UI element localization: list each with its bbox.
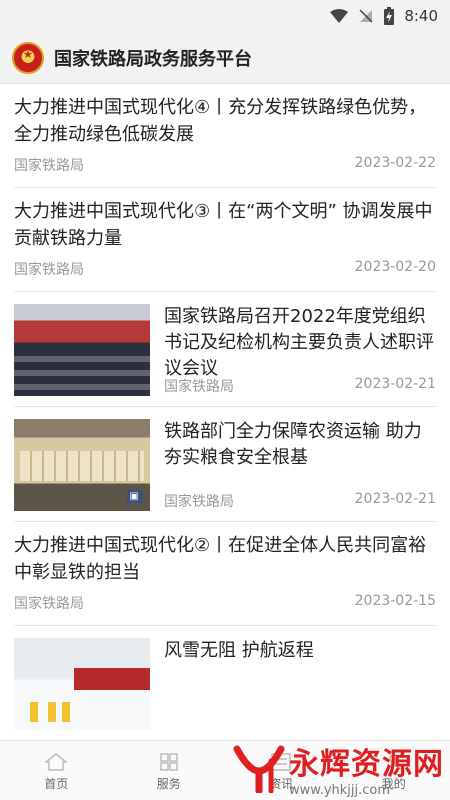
- watermark-logo-icon: [233, 745, 285, 793]
- no-signal-icon: [359, 9, 373, 23]
- news-source: 国家铁路局: [14, 158, 84, 174]
- news-meta: 国家铁路局 2023-02-21: [164, 491, 436, 511]
- news-item[interactable]: 国家铁路局召开2022年度党组织书记及纪检机构主要负责人述职评议会议 国家铁路局…: [14, 292, 436, 407]
- watermark-name: 永辉资源网: [289, 747, 444, 782]
- news-source: 国家铁路局: [14, 262, 84, 278]
- news-meta: 国家铁路局 2023-02-15: [14, 593, 436, 613]
- watermark-url: www.yhkjjj.com: [289, 783, 391, 798]
- news-meta: 国家铁路局 2023-02-21: [164, 376, 436, 396]
- news-title: 大力推进中国式现代化④丨充分发挥铁路绿色优势，全力推动绿色低碳发展: [14, 97, 427, 145]
- train-snow-thumbnail: [14, 638, 150, 730]
- status-time: 8:40: [404, 7, 438, 25]
- tab-label: 服务: [156, 777, 181, 791]
- tab-label: 首页: [44, 777, 69, 791]
- news-meta: 国家铁路局 2023-02-20: [14, 259, 436, 279]
- site-watermark: 永辉资源网 www.yhkjjj.com: [233, 739, 444, 798]
- news-title: 铁路部门全力保障农资运输 助力夯实粮食安全根基: [164, 421, 422, 468]
- battery-charging-icon: [384, 7, 395, 25]
- app-header: 国家铁路局政务服务平台: [0, 32, 450, 84]
- news-title: 风雪无阻 护航返程: [164, 640, 314, 661]
- news-item[interactable]: 大力推进中国式现代化②丨在促进全体人民共同富裕中彰显铁的担当 国家铁路局 202…: [14, 522, 436, 626]
- news-meta: 国家铁路局 2023-02-22: [14, 155, 436, 175]
- grid-icon: [160, 753, 178, 771]
- news-title: 国家铁路局召开2022年度党组织书记及纪检机构主要负责人述职评议会议: [164, 306, 434, 379]
- news-date: 2023-02-22: [354, 155, 436, 171]
- tv-logo-icon: ▣: [126, 490, 142, 503]
- news-item[interactable]: 大力推进中国式现代化③丨在“两个文明” 协调发展中贡献铁路力量 国家铁路局 20…: [14, 188, 436, 292]
- news-date: 2023-02-21: [354, 491, 436, 507]
- news-date: 2023-02-20: [354, 259, 436, 275]
- national-emblem-icon: [12, 41, 44, 74]
- status-bar: 8:40: [0, 0, 450, 32]
- news-item[interactable]: ▣ 铁路部门全力保障农资运输 助力夯实粮食安全根基 国家铁路局 2023-02-…: [14, 407, 436, 522]
- tab-services[interactable]: 服务: [134, 753, 204, 792]
- wifi-icon: [330, 9, 349, 23]
- news-feed[interactable]: 大力推进中国式现代化④丨充分发挥铁路绿色优势，全力推动绿色低碳发展 国家铁路局 …: [0, 84, 450, 740]
- home-icon: [45, 753, 68, 771]
- news-title: 大力推进中国式现代化②丨在促进全体人民共同富裕中彰显铁的担当: [14, 535, 427, 583]
- warehouse-thumbnail: ▣: [14, 419, 150, 511]
- news-source: 国家铁路局: [14, 596, 84, 612]
- meeting-thumbnail: [14, 304, 150, 396]
- news-source: 国家铁路局: [164, 379, 234, 395]
- tab-home[interactable]: 首页: [21, 753, 91, 792]
- news-source: 国家铁路局: [164, 494, 234, 510]
- news-item[interactable]: 大力推进中国式现代化④丨充分发挥铁路绿色优势，全力推动绿色低碳发展 国家铁路局 …: [14, 84, 436, 188]
- app-title: 国家铁路局政务服务平台: [54, 48, 252, 70]
- news-date: 2023-02-15: [354, 593, 436, 609]
- news-title: 大力推进中国式现代化③丨在“两个文明” 协调发展中贡献铁路力量: [14, 201, 433, 249]
- news-date: 2023-02-21: [354, 376, 436, 392]
- news-item[interactable]: 风雪无阻 护航返程: [14, 626, 436, 740]
